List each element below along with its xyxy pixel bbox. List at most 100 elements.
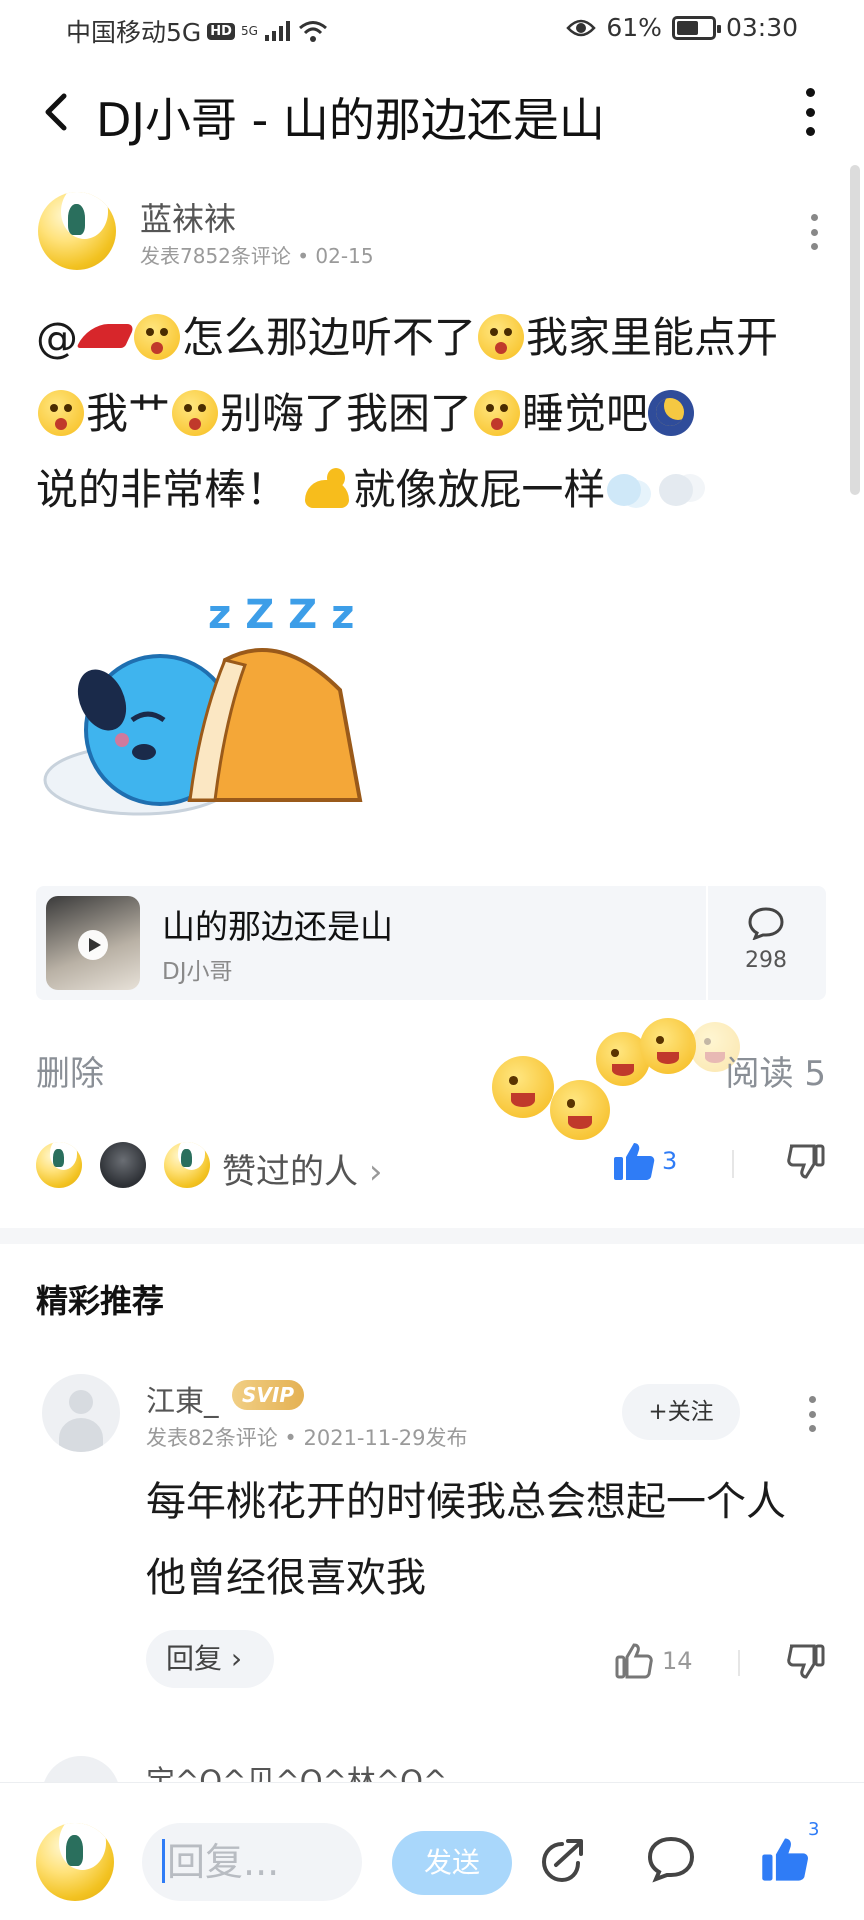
comment-author-name[interactable]: 江東_	[146, 1378, 219, 1420]
thumbs-up-filled-icon	[614, 1143, 655, 1180]
author-meta: 发表7852条评论 • 02-15	[140, 240, 374, 269]
post-text-segment: 睡觉吧	[522, 389, 649, 438]
app-header: DJ小哥 - 山的那边还是山	[0, 70, 864, 154]
send-button[interactable]: 发送	[392, 1831, 512, 1895]
signal-icon	[264, 21, 290, 41]
thumbs-down-icon	[787, 1644, 825, 1679]
song-artist: DJ小哥	[162, 959, 233, 985]
more-dot-icon	[805, 88, 815, 97]
song-cover[interactable]	[46, 896, 140, 990]
meta-dot: •	[284, 1426, 304, 1450]
battery-fill	[676, 20, 698, 35]
more-dot-icon	[808, 1410, 816, 1418]
liker-avatar[interactable]	[36, 1142, 82, 1188]
post-text-segment: 别嗨了我困了	[220, 389, 473, 438]
post-text-segment: 就像放屁一样	[353, 465, 606, 514]
next-comment-peek: 宝^O^贝^O^林^O^	[36, 1756, 826, 1782]
comment-like-button[interactable]: 14	[614, 1642, 693, 1680]
reply-input[interactable]: 回复...	[142, 1823, 362, 1901]
comment-avatar[interactable]	[42, 1374, 120, 1452]
puff-cloud-emoji-icon	[657, 466, 709, 512]
post-date: 02-15	[315, 244, 374, 268]
post-text-segment: 我艹	[86, 389, 171, 438]
thumbs-up-icon	[615, 1643, 653, 1679]
author-name[interactable]: 蓝袜袜	[140, 194, 236, 240]
delete-button[interactable]: 删除	[36, 1046, 104, 1095]
more-dot-icon	[810, 228, 818, 236]
flexed-biceps-emoji-icon	[301, 466, 353, 512]
card-divider	[706, 886, 708, 1000]
reply-placeholder: 回复...	[167, 1840, 280, 1884]
divider	[738, 1650, 740, 1676]
share-button[interactable]	[538, 1835, 588, 1889]
text-caret	[162, 1839, 165, 1883]
flushed-face-emoji-icon	[38, 390, 84, 436]
like-button[interactable]: 3	[612, 1140, 677, 1182]
dislike-button[interactable]	[786, 1142, 826, 1184]
battery-percent: 61%	[606, 13, 662, 42]
like-count-badge: 3	[808, 1819, 820, 1840]
comments-button[interactable]	[646, 1835, 696, 1887]
carrier-label: 中国移动5G	[66, 18, 202, 47]
more-dot-icon	[810, 214, 818, 221]
liker-avatar[interactable]	[164, 1142, 210, 1188]
comment-like-count: 14	[662, 1647, 693, 1675]
song-comments-button[interactable]: 298	[726, 906, 806, 973]
sleeping-sticker[interactable]: z Z Z z	[40, 570, 370, 840]
likers-link[interactable]: 赞过的人 ›	[222, 1144, 382, 1193]
post-author: 蓝袜袜 发表7852条评论 • 02-15	[38, 188, 828, 278]
svip-badge: SVIP	[232, 1380, 304, 1410]
bottom-like-button[interactable]	[760, 1835, 810, 1887]
grinning-emoji-icon	[640, 1018, 696, 1074]
section-title: 精彩推荐	[36, 1282, 165, 1320]
comment-more-button[interactable]	[802, 1396, 822, 1432]
dash-emoji-icon	[605, 466, 657, 512]
avatar[interactable]	[38, 192, 116, 270]
reply-label: 回复	[166, 1642, 223, 1675]
status-right: 61% 03:30	[566, 13, 798, 42]
more-options-button[interactable]	[800, 88, 820, 136]
section-divider	[0, 1228, 864, 1244]
laughing-emoji-icon	[492, 1056, 554, 1118]
chevron-right-icon: ›	[368, 1152, 383, 1192]
comment-avatar[interactable]	[42, 1756, 120, 1782]
page-title: DJ小哥 - 山的那边还是山	[96, 93, 605, 147]
song-card[interactable]: 山的那边还是山 DJ小哥 298	[36, 886, 826, 1000]
likers-row: 赞过的人 › 3	[36, 1138, 826, 1194]
comment-count-text: 发表82条评论	[146, 1426, 278, 1450]
divider	[732, 1150, 734, 1178]
read-count: 阅读 5	[725, 1054, 826, 1094]
eye-icon	[566, 19, 597, 36]
comment-author-name[interactable]: 宝^O^贝^O^林^O^	[146, 1758, 447, 1782]
post-content: @ 怎么那边听不了 我家里能点开我艹 别嗨了我困了 睡觉吧 说的非常棒！ 就像放屁一样	[36, 300, 826, 528]
comment-meta: 发表82条评论 • 2021-11-29发布	[146, 1422, 468, 1452]
reply-button[interactable]: 回复 ›	[146, 1630, 274, 1688]
crescent-moon-emoji-icon	[648, 390, 695, 436]
battery-icon	[671, 15, 721, 40]
comment-dislike-button[interactable]	[786, 1642, 826, 1684]
more-dot-icon	[805, 107, 815, 117]
follow-button[interactable]: +关注	[622, 1384, 740, 1440]
flushed-face-emoji-icon	[172, 390, 219, 436]
hd-badge: HD	[207, 22, 235, 40]
comment-text: 每年桃花开的时候我总会想起一个人 他曾经很喜欢我	[146, 1479, 786, 1601]
like-count: 3	[662, 1147, 678, 1175]
scrollbar[interactable]	[850, 165, 860, 495]
chevron-right-icon: ›	[230, 1642, 243, 1675]
status-left: 中国移动5G HD 5G	[66, 13, 328, 49]
comment-bubble-icon	[748, 907, 784, 941]
wifi-icon	[298, 21, 327, 42]
sticker-zzz-text: z Z Z z	[208, 592, 354, 638]
status-bar: 中国移动5G HD 5G 61% 03:30	[0, 0, 864, 58]
liker-avatar[interactable]	[100, 1142, 146, 1188]
post-more-button[interactable]	[804, 214, 824, 250]
bottom-bar: 回复... 发送 3	[0, 1782, 864, 1920]
back-button[interactable]	[30, 86, 82, 138]
my-avatar[interactable]	[36, 1823, 114, 1901]
share-icon	[541, 1839, 583, 1883]
play-icon[interactable]	[78, 930, 108, 960]
floating-reaction-emojis	[492, 1018, 740, 1148]
comment-count-text: 发表7852条评论	[140, 244, 291, 268]
song-comment-count: 298	[745, 948, 787, 973]
flushed-face-emoji-icon	[134, 314, 180, 360]
